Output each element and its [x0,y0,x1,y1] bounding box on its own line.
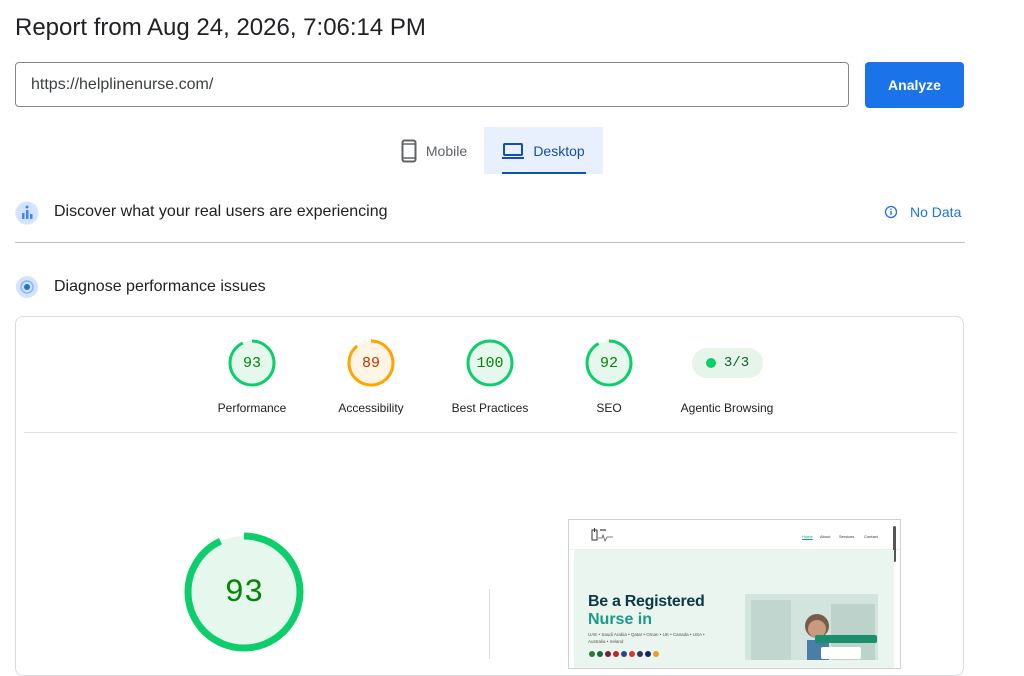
screenshot-navbar: Home About Services Contact [569,520,900,562]
gauge-best-practices[interactable]: 100 [466,339,514,387]
no-data-label: No Data [910,204,962,220]
performance-label: Performance [217,401,287,415]
seo-score: 92 [599,354,618,372]
page-screenshot: Home About Services Contact Be a Registe… [568,519,901,669]
tab-desktop-label: Desktop [533,142,585,159]
analyze-button[interactable]: Analyze [865,62,964,108]
agentic-value: 3/3 [723,355,750,371]
users-chart-icon [15,201,39,225]
screenshot-countries-line1: UAE • Saudi Arabia • Qatar • Oman • UK •… [588,632,705,637]
screenshot-nav-contact: Contact [864,534,878,539]
best-practices-score: 100 [476,354,504,372]
tab-selected-indicator [502,172,586,174]
vertical-separator [489,589,490,659]
smartphone-icon [401,139,417,163]
gauge-accessibility[interactable]: 89 [347,339,395,387]
main-score: 93 [224,573,264,611]
diagnose-icon [15,275,39,299]
tab-mobile[interactable]: Mobile [385,127,483,174]
screenshot-countries-line2: Australia • Ireland [588,639,624,644]
gauge-performance[interactable]: 93 [228,339,276,387]
report-title: Report from Aug 24, 2026, 7:06:14 PM [15,14,426,41]
pass-dot-icon [705,358,716,368]
tab-mobile-label: Mobile [425,142,468,159]
screenshot-nav-services: Services [839,534,855,539]
performance-main-gauge: 93 [184,532,304,652]
site-logo-icon [591,528,613,543]
card-divider [24,432,957,433]
accessibility-score: 89 [361,354,380,372]
screenshot-heading-line1: Be a Registered [588,593,705,610]
agentic-browsing-badge[interactable]: 3/3 [692,348,763,378]
section-divider [15,242,965,243]
accessibility-label: Accessibility [338,401,404,415]
performance-score: 93 [242,354,261,372]
lab-data-title: Diagnose performance issues [54,278,266,295]
gauge-seo[interactable]: 92 [585,339,633,387]
field-data-title: Discover what your real users are experi… [54,203,388,220]
agentic-label: Agentic Browsing [680,401,774,415]
laptop-icon [502,142,525,160]
best-practices-label: Best Practices [451,401,529,415]
url-input[interactable] [15,62,849,107]
info-icon [884,205,898,219]
tab-desktop[interactable]: Desktop [484,127,603,174]
screenshot-nav-about: About [820,534,831,539]
no-data-link[interactable]: No Data [884,204,961,220]
seo-label: SEO [596,401,622,415]
screenshot-nav-home: Home [802,534,813,539]
screenshot-heading-line2: Nurse in [588,611,653,628]
screenshot-hero-photo [745,594,878,660]
